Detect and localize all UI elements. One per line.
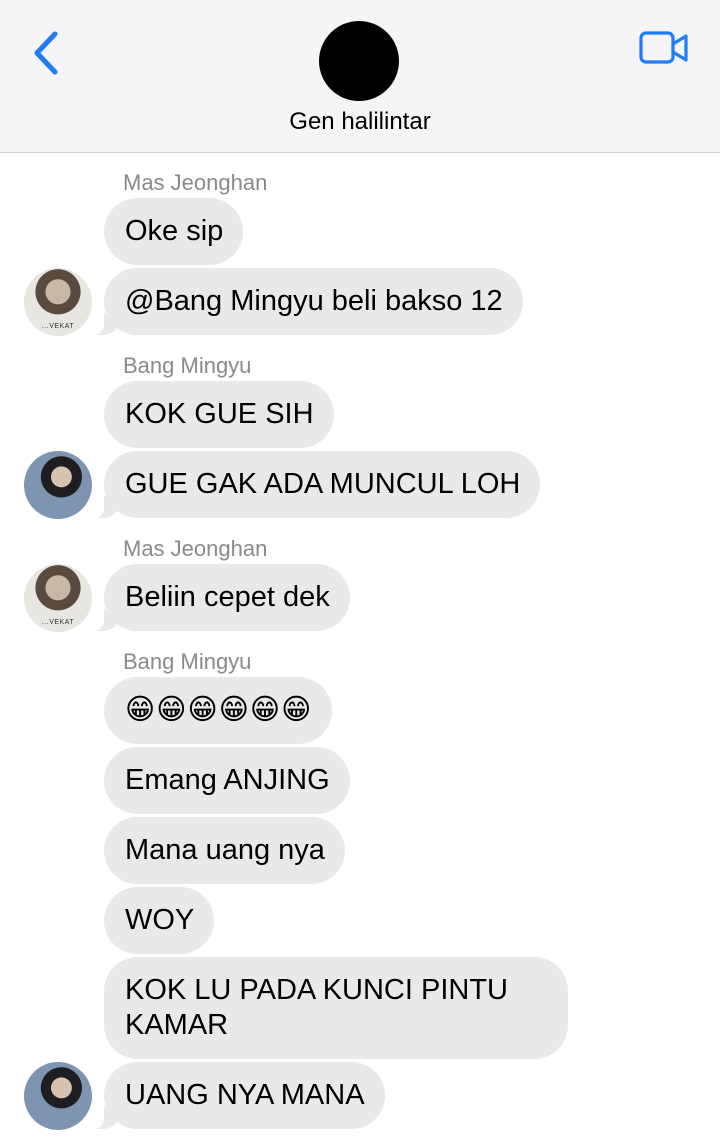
message-bubble[interactable]: WOY: [104, 887, 215, 954]
message-bubble[interactable]: GUE GAK ADA MUNCUL LOH: [91, 451, 541, 518]
message-bubble[interactable]: Oke sip: [104, 198, 244, 265]
message-bubble[interactable]: 😁😁😁😁😁😁: [104, 677, 333, 744]
avatar-shirt-text: ...VEKAT: [41, 323, 75, 330]
sender-name: Bang Mingyu: [123, 649, 252, 674]
chevron-left-icon: [34, 31, 58, 75]
avatar[interactable]: [24, 1062, 92, 1130]
sender-name: Mas Jeonghan: [123, 170, 268, 195]
message-bubble[interactable]: @Bang Mingyu beli bakso 12: [92, 268, 523, 335]
message-bubble[interactable]: UANG NYA MANA: [92, 1062, 385, 1129]
back-button[interactable]: [28, 28, 68, 80]
sender-name: Mas Jeonghan: [123, 536, 268, 561]
avatar[interactable]: ...VEKAT: [24, 268, 92, 336]
avatar[interactable]: [24, 451, 92, 519]
chat-header: Gen halilintar: [0, 0, 720, 153]
avatar[interactable]: ...VEKAT: [24, 564, 92, 632]
video-camera-icon: [639, 31, 688, 64]
group-name[interactable]: Gen halilintar: [0, 108, 720, 136]
message-bubble[interactable]: KOK LU PADA KUNCI PINTU KAMAR: [104, 957, 568, 1059]
message-bubble[interactable]: Beliin cepet dek: [92, 564, 350, 631]
group-avatar[interactable]: [319, 21, 399, 101]
video-call-button[interactable]: [638, 30, 690, 66]
avatar-shirt-text: ...VEKAT: [41, 619, 75, 626]
message-bubble[interactable]: Emang ANJING: [104, 747, 350, 814]
message-bubble[interactable]: KOK GUE SIH: [104, 381, 334, 448]
sender-name: Bang Mingyu: [123, 353, 252, 378]
message-bubble[interactable]: Mana uang nya: [104, 817, 345, 884]
